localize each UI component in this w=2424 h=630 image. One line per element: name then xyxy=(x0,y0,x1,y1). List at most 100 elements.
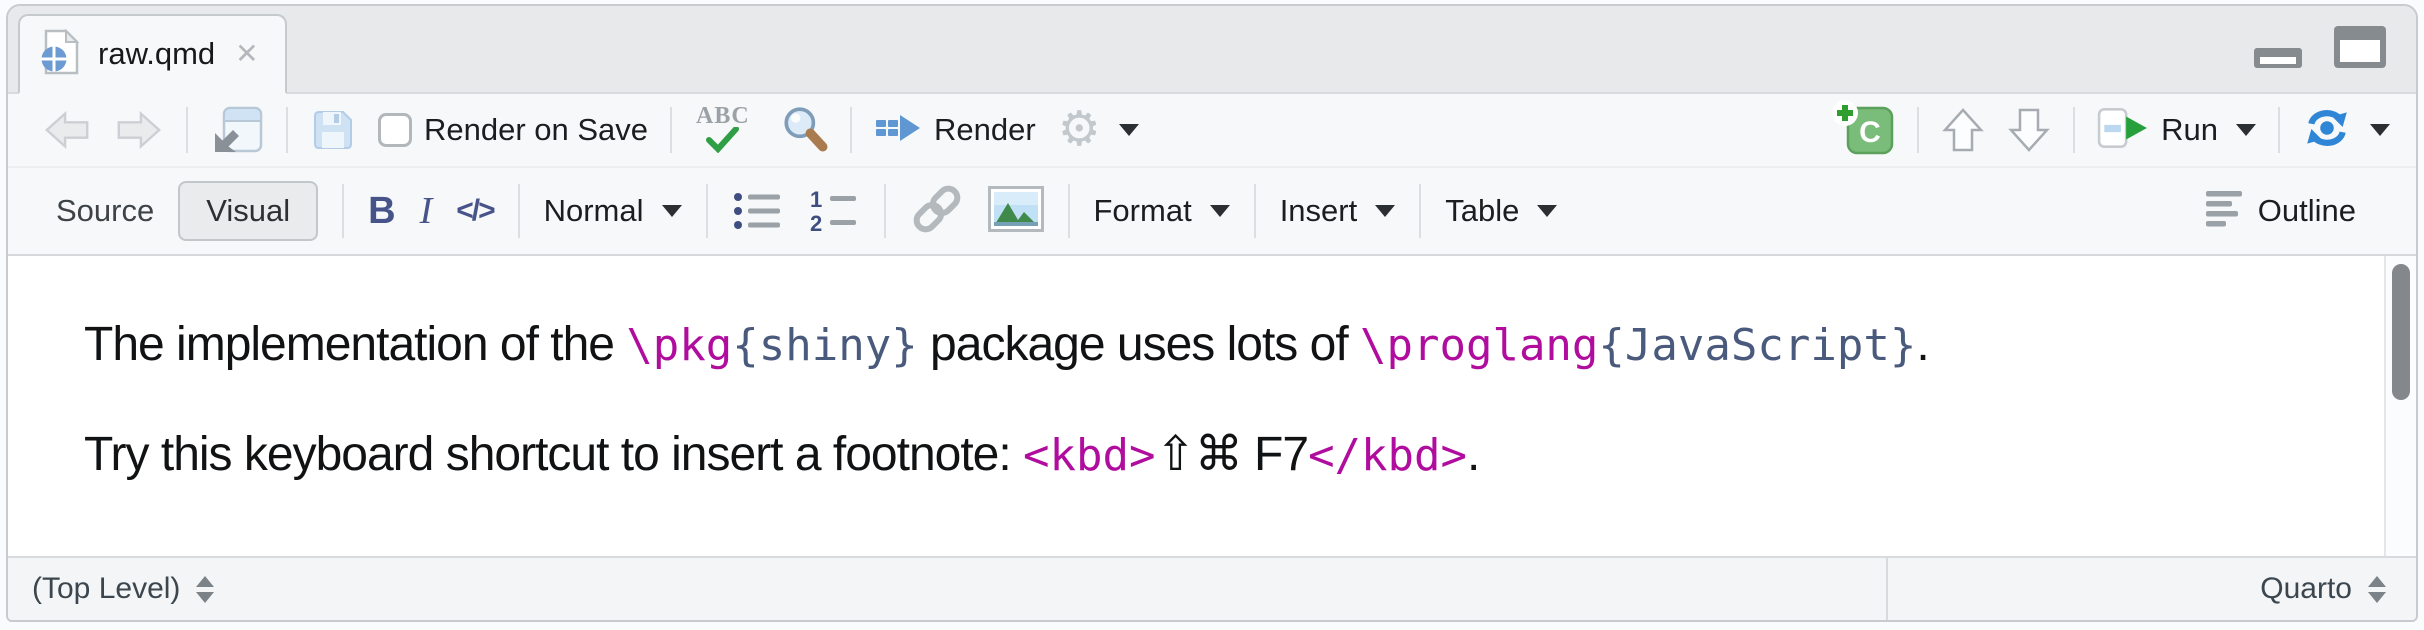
text-run: package uses lots of xyxy=(918,318,1360,371)
previous-section-icon[interactable] xyxy=(1941,106,1985,154)
quarto-file-icon xyxy=(40,29,80,80)
open-in-new-window-icon[interactable] xyxy=(210,105,264,155)
tex-command: \pkg xyxy=(626,320,732,371)
text-run: . xyxy=(1467,428,1479,481)
bullet-list-button[interactable] xyxy=(732,189,784,233)
bold-button[interactable]: B xyxy=(368,190,395,233)
divider xyxy=(2073,107,2075,153)
chevron-down-icon xyxy=(2370,124,2390,136)
tex-argument: {shiny} xyxy=(732,320,917,371)
forward-icon[interactable] xyxy=(114,108,164,152)
divider xyxy=(2278,107,2280,153)
divider xyxy=(286,107,288,153)
up-down-icon xyxy=(2368,576,2386,603)
spellcheck-icon: ABC xyxy=(694,103,758,157)
search-button[interactable] xyxy=(780,104,828,157)
chevron-down-icon xyxy=(2236,124,2256,136)
numbered-list-button[interactable]: 12 xyxy=(808,189,860,233)
text-run: Try this keyboard shortcut to insert a f… xyxy=(84,428,1023,481)
tex-command: \proglang xyxy=(1360,320,1598,371)
visual-editor-canvas[interactable]: The implementation of the \pkg{shiny} pa… xyxy=(8,256,2416,556)
rerun-button[interactable] xyxy=(2302,106,2390,155)
render-button[interactable]: Render xyxy=(874,109,1036,152)
chevron-down-icon xyxy=(1119,124,1139,136)
checkbox-box[interactable] xyxy=(378,113,412,147)
visual-mode-button[interactable]: Visual xyxy=(178,181,318,241)
link-icon xyxy=(910,184,964,239)
search-icon xyxy=(780,104,828,157)
editor-pane: raw.qmd xyxy=(6,4,2418,622)
minimize-icon[interactable] xyxy=(2252,24,2304,75)
link-button[interactable] xyxy=(910,184,964,239)
insert-chunk-button[interactable]: C xyxy=(1831,99,1895,162)
render-on-save-checkbox[interactable]: Render on Save xyxy=(378,112,648,148)
tex-argument: {JavaScript} xyxy=(1598,320,1916,371)
html-tag: </kbd> xyxy=(1308,430,1467,481)
paragraph: The implementation of the \pkg{shiny} pa… xyxy=(84,316,2266,374)
tab-title: raw.qmd xyxy=(98,36,215,72)
render-on-save-label: Render on Save xyxy=(424,112,648,148)
insert-menu[interactable]: Insert xyxy=(1280,193,1396,229)
up-down-icon xyxy=(196,576,214,603)
divider xyxy=(884,184,886,238)
spellcheck-button[interactable]: ABC xyxy=(694,103,758,157)
svg-text:C: C xyxy=(1859,116,1881,149)
tab-bar: raw.qmd xyxy=(8,6,2416,94)
paragraph-style-dropdown[interactable]: Normal xyxy=(544,193,682,229)
divider xyxy=(706,184,708,238)
divider xyxy=(850,107,852,153)
divider xyxy=(1917,107,1919,153)
tab-raw-qmd[interactable]: raw.qmd xyxy=(18,14,287,94)
image-button[interactable] xyxy=(988,186,1044,237)
divider xyxy=(1068,184,1070,238)
main-toolbar: Render on Save ABC xyxy=(8,94,2416,168)
chevron-down-icon xyxy=(1375,205,1395,217)
html-tag: <kbd> xyxy=(1023,430,1155,481)
divider xyxy=(1419,184,1421,238)
divider xyxy=(186,107,188,153)
next-section-icon[interactable] xyxy=(2007,106,2051,154)
run-button[interactable]: Run xyxy=(2097,107,2256,154)
code-button[interactable]: </> xyxy=(456,194,493,228)
gear-icon xyxy=(1058,106,1101,154)
outline-icon xyxy=(2202,189,2246,234)
close-icon[interactable] xyxy=(233,38,260,70)
document-format-selector[interactable]: Quarto xyxy=(1886,558,2416,620)
outline-button[interactable]: Outline xyxy=(2202,189,2356,234)
save-icon[interactable] xyxy=(310,107,356,153)
text-run: . xyxy=(1916,318,1928,371)
svg-text:2: 2 xyxy=(810,211,822,233)
divider xyxy=(1254,184,1256,238)
status-bar: (Top Level) Quarto xyxy=(8,556,2416,620)
paragraph: Try this keyboard shortcut to insert a f… xyxy=(84,426,2266,484)
vertical-scrollbar[interactable] xyxy=(2384,256,2416,556)
italic-button[interactable]: I xyxy=(420,189,433,233)
divider xyxy=(342,184,344,238)
insert-chunk-icon: C xyxy=(1831,99,1895,162)
run-icon xyxy=(2097,107,2149,154)
image-icon xyxy=(988,186,1044,237)
chevron-down-icon xyxy=(1537,205,1557,217)
render-label: Render xyxy=(934,112,1036,148)
scope-selector[interactable]: (Top Level) xyxy=(8,558,1886,620)
maximize-icon[interactable] xyxy=(2332,24,2388,75)
divider xyxy=(670,107,672,153)
text-run: The implementation of the xyxy=(84,318,626,371)
back-icon[interactable] xyxy=(42,108,92,152)
render-options-button[interactable] xyxy=(1058,106,1139,154)
divider xyxy=(518,184,520,238)
chevron-down-icon xyxy=(1210,205,1230,217)
svg-text:1: 1 xyxy=(810,189,822,212)
scrollbar-thumb[interactable] xyxy=(2392,264,2410,400)
document-format-label: Quarto xyxy=(2260,572,2352,606)
run-label: Run xyxy=(2161,112,2218,148)
render-icon xyxy=(874,109,922,152)
table-menu[interactable]: Table xyxy=(1445,193,1557,229)
source-mode-button[interactable]: Source xyxy=(56,193,154,229)
chevron-down-icon xyxy=(662,205,682,217)
format-toolbar: Source Visual B I </> Normal xyxy=(8,168,2416,256)
kbd-shortcut-text: ⇧⌘ F7 xyxy=(1155,428,1308,481)
format-menu[interactable]: Format xyxy=(1094,193,1230,229)
rerun-icon xyxy=(2302,106,2352,155)
scope-label: (Top Level) xyxy=(32,572,180,606)
